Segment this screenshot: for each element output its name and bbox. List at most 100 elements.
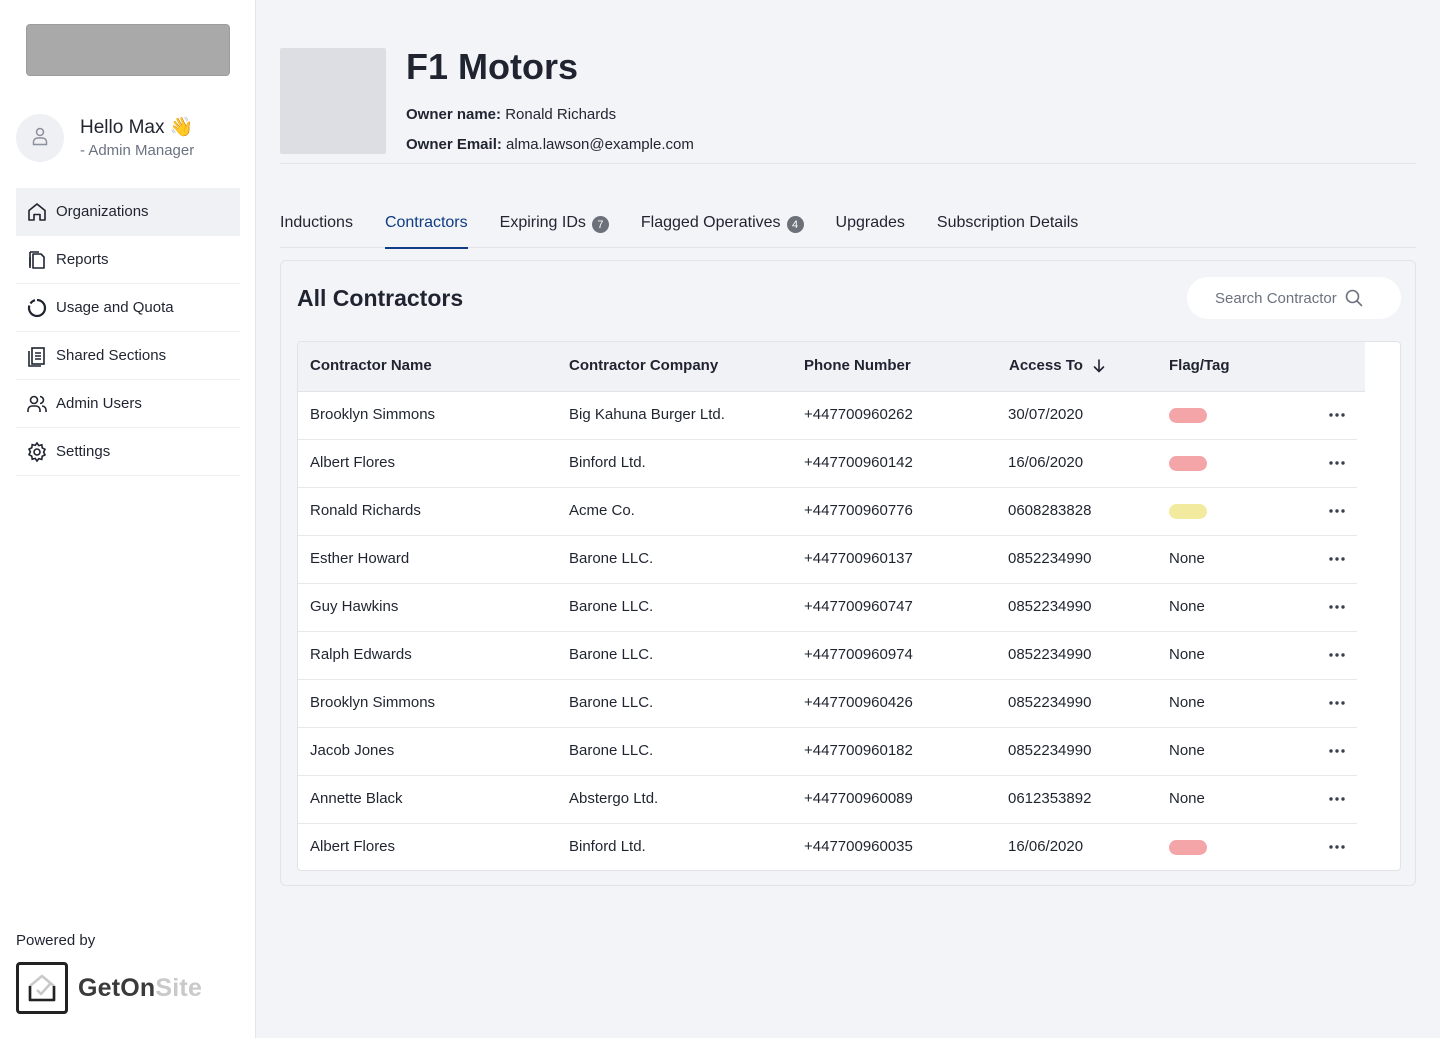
tab-inductions[interactable]: Inductions xyxy=(280,202,353,248)
tab-label: Inductions xyxy=(280,214,353,231)
contractor-company-cell: Barone LLC. xyxy=(569,742,654,759)
table-row[interactable]: Brooklyn Simmons Big Kahuna Burger Ltd. +4… xyxy=(298,392,1357,440)
organization-logo xyxy=(280,48,386,154)
more-options-icon[interactable] xyxy=(1328,454,1346,472)
table-row[interactable]: Albert Flores Binford Ltd. +447700960142 16… xyxy=(298,440,1357,488)
phone-number-cell: +447700960776 xyxy=(804,502,913,519)
access-to-cell: 30/07/2020 xyxy=(1008,406,1084,423)
access-to-cell: 16/06/2020 xyxy=(1008,454,1084,471)
table-row[interactable]: Ralph Edwards Barone LLC. +447700960974 085… xyxy=(298,632,1357,680)
sidebar-item-label: Reports xyxy=(56,251,109,268)
users-icon xyxy=(26,393,48,415)
column-header-company[interactable]: Contractor Company xyxy=(569,357,718,374)
more-options-icon[interactable] xyxy=(1328,790,1346,808)
phone-number-cell: +447700960035 xyxy=(804,838,913,855)
sidebar-item-shared-sections[interactable]: Shared Sections xyxy=(16,332,240,380)
owner-name-line: Owner name: Ronald Richards xyxy=(406,106,616,123)
sort-arrow-down-icon[interactable] xyxy=(1093,358,1105,373)
owner-email-value: alma.lawson@example.com xyxy=(506,136,694,153)
tab-label: Contractors xyxy=(384,214,468,231)
owner-name-value: Ronald Richards xyxy=(505,106,617,123)
tab-expiring-ids[interactable]: Expiring IDs 7 xyxy=(500,202,609,248)
column-header-label: Contractor Company xyxy=(569,357,719,374)
yellow-flag-tag xyxy=(1169,504,1207,519)
brand-logo: GetOnSite xyxy=(16,962,202,1014)
more-options-icon[interactable] xyxy=(1328,838,1346,856)
brand-name-part1: GetOn xyxy=(78,973,156,1002)
more-options-icon[interactable] xyxy=(1328,598,1346,616)
search-input[interactable]: Search Contractor xyxy=(1187,277,1401,319)
tab-label: Flagged Operatives xyxy=(640,214,781,231)
documents-icon xyxy=(26,249,48,271)
search-placeholder: Search Contractor xyxy=(1215,289,1337,307)
sidebar-item-settings[interactable]: Settings xyxy=(16,428,240,476)
owner-email-label: Owner Email: xyxy=(406,136,502,153)
pie-chart-icon xyxy=(26,297,48,319)
sidebar-item-usage-and-quota[interactable]: Usage and Quota xyxy=(16,284,240,332)
access-to-cell: 0612353892 xyxy=(1008,790,1092,807)
access-to-cell: 0608283828 xyxy=(1008,502,1092,519)
access-to-cell: 0852234990 xyxy=(1008,646,1092,663)
sidebar-item-admin-users[interactable]: Admin Users xyxy=(16,380,240,428)
phone-number-cell: +447700960426 xyxy=(804,694,913,711)
access-to-cell: 0852234990 xyxy=(1008,742,1092,759)
more-options-icon[interactable] xyxy=(1328,406,1346,424)
contractor-name-cell: Ronald Richards xyxy=(310,502,421,519)
column-header-flag[interactable]: Flag/Tag xyxy=(1169,357,1230,374)
column-header-name[interactable]: Contractor Name xyxy=(310,357,432,374)
table-row[interactable]: Ronald Richards Acme Co. +447700960776 0608… xyxy=(298,488,1357,536)
tab-subscription-details[interactable]: Subscription Details xyxy=(937,202,1078,248)
user-profile: Hello Max 👋 - Admin Manager xyxy=(16,114,194,162)
phone-number-cell: +447700960182 xyxy=(804,742,913,759)
table-row[interactable]: Esther Howard Barone LLC. +447700960137 085… xyxy=(298,536,1357,584)
column-header-phone[interactable]: Phone Number xyxy=(804,357,911,374)
column-header-access[interactable]: Access To xyxy=(1009,357,1105,374)
phone-number-cell: +447700960142 xyxy=(804,454,913,471)
table-row[interactable]: Guy Hawkins Barone LLC. +447700960747 08522… xyxy=(298,584,1357,632)
flag-tag-cell: None xyxy=(1169,598,1205,615)
table-row[interactable]: Annette Black Abstergo Ltd. +447700960089 0… xyxy=(298,776,1357,824)
sidebar-item-reports[interactable]: Reports xyxy=(16,236,240,284)
user-icon xyxy=(31,125,49,152)
access-to-cell: 16/06/2020 xyxy=(1008,838,1084,855)
phone-number-cell: +447700960974 xyxy=(804,646,913,663)
sidebar-item-organizations[interactable]: Organizations xyxy=(16,188,240,236)
sidebar-item-label: Shared Sections xyxy=(56,347,167,364)
sidebar-item-label: Admin Users xyxy=(56,395,142,412)
access-to-cell: 0852234990 xyxy=(1008,550,1092,567)
sidebar-item-label: Settings xyxy=(56,443,111,460)
more-options-icon[interactable] xyxy=(1328,550,1346,568)
contractor-company-cell: Binford Ltd. xyxy=(569,454,646,471)
sidebar-nav: Organizations Reports Usage and Quota Sh… xyxy=(16,188,240,476)
gear-icon xyxy=(26,441,48,463)
contractor-company-cell: Binford Ltd. xyxy=(569,838,646,855)
contractor-name-cell: Guy Hawkins xyxy=(310,598,399,615)
contractor-name-cell: Albert Flores xyxy=(310,454,396,471)
tab-contractors[interactable]: Contractors xyxy=(384,202,468,249)
sidebar: Hello Max 👋 - Admin Manager Organization… xyxy=(0,0,256,1038)
contractor-company-cell: Acme Co. xyxy=(569,502,635,519)
avatar[interactable] xyxy=(16,114,64,162)
home-icon xyxy=(26,201,48,223)
more-options-icon[interactable] xyxy=(1328,502,1346,520)
red-flag-tag xyxy=(1169,408,1207,423)
tab-upgrades[interactable]: Upgrades xyxy=(836,202,905,248)
more-options-icon[interactable] xyxy=(1328,742,1346,760)
contractor-name-cell: Ralph Edwards xyxy=(310,646,412,663)
phone-number-cell: +447700960089 xyxy=(804,790,913,807)
access-to-cell: 0852234990 xyxy=(1008,598,1092,615)
column-header-label: Access To xyxy=(1009,357,1083,374)
column-header-label: Flag/Tag xyxy=(1169,357,1230,374)
more-options-icon[interactable] xyxy=(1328,694,1346,712)
contractor-name-cell: Jacob Jones xyxy=(310,742,395,759)
table-row[interactable]: Brooklyn Simmons Barone LLC. +447700960426… xyxy=(298,680,1357,728)
phone-number-cell: +447700960747 xyxy=(804,598,913,615)
more-options-icon[interactable] xyxy=(1328,646,1346,664)
table-row[interactable]: Jacob Jones Barone LLC. +447700960182 08522… xyxy=(298,728,1357,776)
tab-flagged-operatives[interactable]: Flagged Operatives 4 xyxy=(641,202,804,248)
contractor-company-cell: Barone LLC. xyxy=(569,694,654,711)
table-row[interactable]: Albert Flores Binford Ltd. +447700960035 16… xyxy=(298,824,1357,870)
contractor-name-cell: Albert Flores xyxy=(310,838,396,855)
tab-label: Upgrades xyxy=(835,214,905,231)
contractor-company-cell: Barone LLC. xyxy=(569,646,654,663)
